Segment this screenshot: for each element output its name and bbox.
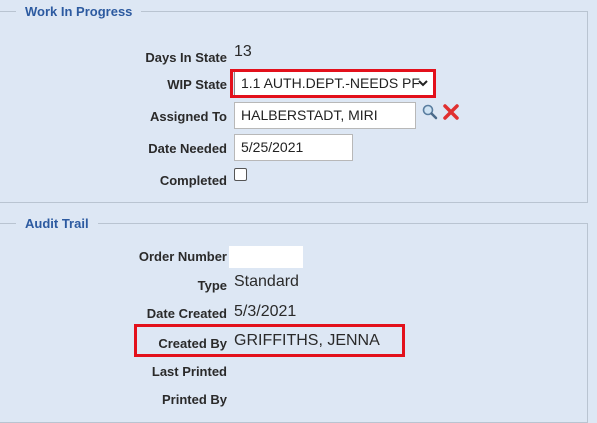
- days-in-state-label: Days In State: [145, 50, 227, 65]
- date-created-value: 5/3/2021: [234, 303, 297, 320]
- assigned-to-field[interactable]: HALBERSTADT, MIRI: [234, 102, 416, 129]
- type-label: Type: [197, 278, 227, 293]
- assigned-to-label: Assigned To: [149, 109, 227, 124]
- order-number-label: Order Number: [138, 249, 227, 264]
- red-x-icon[interactable]: [442, 103, 460, 121]
- date-needed-label: Date Needed: [148, 141, 227, 156]
- magnifier-icon[interactable]: [421, 103, 439, 121]
- date-created-label: Date Created: [146, 306, 227, 321]
- completed-label: Completed: [159, 173, 227, 188]
- last-printed-label: Last Printed: [151, 364, 227, 379]
- created-by-highlight: [134, 324, 405, 357]
- completed-checkbox[interactable]: [234, 168, 247, 181]
- wip-state-label: WIP State: [167, 77, 227, 92]
- date-needed-field[interactable]: 5/25/2021: [234, 134, 353, 161]
- wip-state-highlight: [230, 69, 436, 98]
- printed-by-label: Printed By: [161, 392, 227, 407]
- type-value: Standard: [234, 273, 299, 290]
- order-number-field[interactable]: [229, 246, 303, 268]
- days-in-state-value: 13: [234, 43, 252, 60]
- work-in-progress-legend: Work In Progress: [16, 3, 142, 20]
- audit-trail-legend: Audit Trail: [16, 215, 98, 232]
